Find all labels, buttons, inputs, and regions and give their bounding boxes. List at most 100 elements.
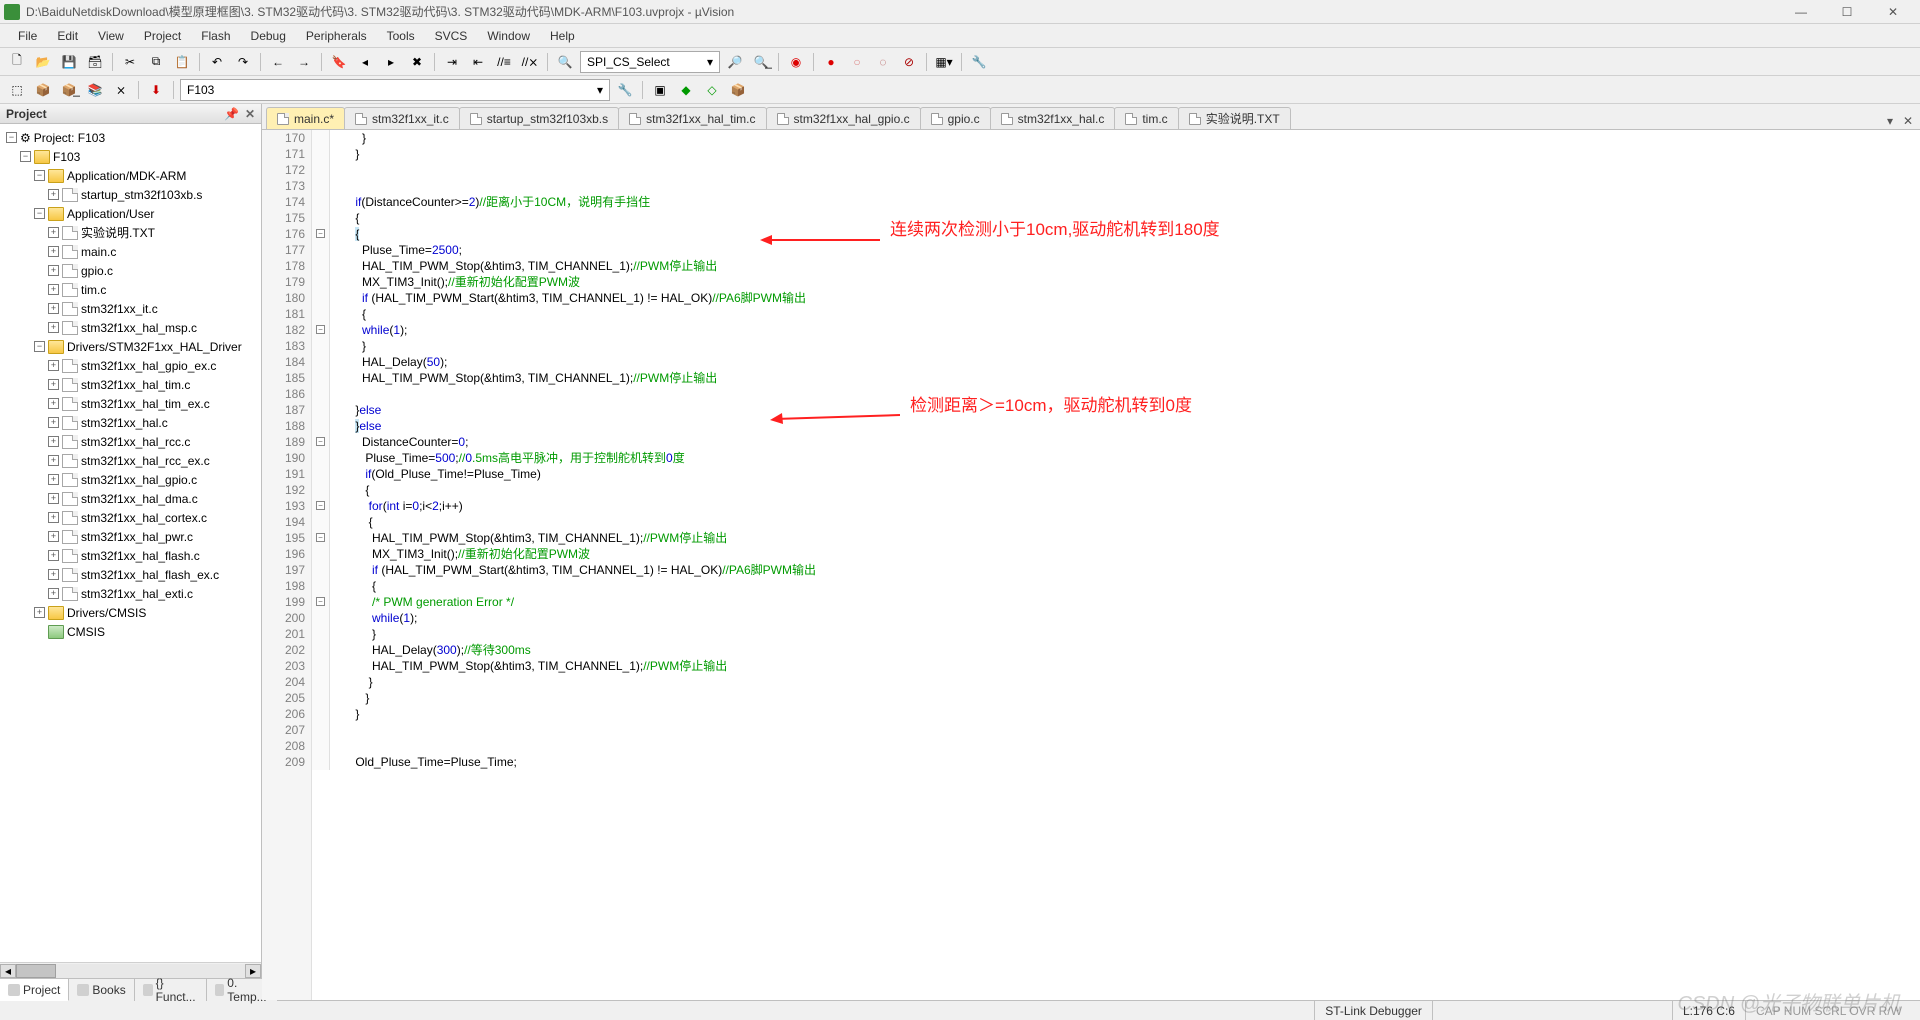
maximize-button[interactable]: ☐ [1824, 0, 1870, 24]
tabs-menu-icon[interactable]: ▾ [1882, 113, 1898, 129]
tree-group-0[interactable]: −Application/MDK-ARM [4, 166, 261, 185]
tree-file-2-5[interactable]: +stm32f1xx_hal_rcc_ex.c [4, 451, 261, 470]
tree-file-2-12[interactable]: +stm32f1xx_hal_exti.c [4, 584, 261, 603]
project-hscroll[interactable]: ◂ ▸ [0, 962, 261, 978]
tree-group-1[interactable]: −Application/User [4, 204, 261, 223]
menu-tools[interactable]: Tools [377, 26, 425, 46]
save-icon[interactable]: 💾 [58, 51, 80, 73]
tree-file-2-11[interactable]: +stm32f1xx_hal_flash_ex.c [4, 565, 261, 584]
tree-file-1-3[interactable]: +tim.c [4, 280, 261, 299]
breakpoint-disable-icon[interactable]: ◌ [872, 51, 894, 73]
breakpoint-enable-icon[interactable]: ○ [846, 51, 868, 73]
tree-file-1-5[interactable]: +stm32f1xx_hal_msp.c [4, 318, 261, 337]
tree-target[interactable]: −F103 [4, 147, 261, 166]
bookmark-next-icon[interactable]: ▸ [380, 51, 402, 73]
open-file-icon[interactable]: 📂 [32, 51, 54, 73]
nav-back-icon[interactable]: ← [267, 51, 289, 73]
menu-debug[interactable]: Debug [241, 26, 296, 46]
outdent-icon[interactable]: ⇤ [467, 51, 489, 73]
file-tab-0[interactable]: main.c* [266, 107, 345, 129]
bookmark-icon[interactable]: 🔖 [328, 51, 350, 73]
manage-rte-icon[interactable]: ◆ [675, 79, 697, 101]
tree-file-2-7[interactable]: +stm32f1xx_hal_dma.c [4, 489, 261, 508]
file-tab-2[interactable]: startup_stm32f103xb.s [459, 107, 619, 129]
tree-file-1-4[interactable]: +stm32f1xx_it.c [4, 299, 261, 318]
build-target-icon[interactable]: ⬚ [6, 79, 28, 101]
file-tab-8[interactable]: 实验说明.TXT [1178, 107, 1291, 129]
project-tree[interactable]: −⚙Project: F103−F103−Application/MDK-ARM… [0, 124, 261, 962]
save-all-icon[interactable]: 🗃 [84, 51, 106, 73]
tree-file-2-1[interactable]: +stm32f1xx_hal_tim.c [4, 375, 261, 394]
menu-project[interactable]: Project [134, 26, 191, 46]
breakpoint-kill-icon[interactable]: ⊘ [898, 51, 920, 73]
file-tab-4[interactable]: stm32f1xx_hal_gpio.c [766, 107, 921, 129]
select-packs-icon[interactable]: ◇ [701, 79, 723, 101]
bookmark-prev-icon[interactable]: ◂ [354, 51, 376, 73]
breakpoint-insert-icon[interactable]: ● [820, 51, 842, 73]
tree-file-1-2[interactable]: +gpio.c [4, 261, 261, 280]
comment-icon[interactable]: //≡ [493, 51, 515, 73]
menu-view[interactable]: View [88, 26, 134, 46]
tree-file-2-2[interactable]: +stm32f1xx_hal_tim_ex.c [4, 394, 261, 413]
tree-file-2-0[interactable]: +stm32f1xx_hal_gpio_ex.c [4, 356, 261, 375]
new-file-icon[interactable]: 🗋 [6, 51, 28, 73]
uncomment-icon[interactable]: //⨯ [519, 51, 541, 73]
code-editor[interactable]: 170 171 172 173 174 175 176 177 178 179 … [262, 130, 1920, 1000]
find-combo[interactable]: SPI_CS_Select▾ [580, 51, 720, 73]
tree-group-3[interactable]: +Drivers/CMSIS [4, 603, 261, 622]
panel-tab-1[interactable]: Books [69, 979, 134, 1001]
tree-file-2-9[interactable]: +stm32f1xx_hal_pwr.c [4, 527, 261, 546]
menu-svcs[interactable]: SVCS [425, 26, 478, 46]
tree-group-2[interactable]: −Drivers/STM32F1xx_HAL_Driver [4, 337, 261, 356]
tree-file-2-10[interactable]: +stm32f1xx_hal_flash.c [4, 546, 261, 565]
menu-file[interactable]: File [8, 26, 47, 46]
code-content[interactable]: } } if(DistanceCounter>=2)//距离小于10CM，说明有… [330, 130, 1920, 1000]
batch-build-icon[interactable]: 📚 [84, 79, 106, 101]
find-icon[interactable]: 🔍 [554, 51, 576, 73]
configure-icon[interactable]: 🔧 [968, 51, 990, 73]
manage-project-icon[interactable]: ▣ [649, 79, 671, 101]
copy-icon[interactable]: ⧉ [145, 51, 167, 73]
tree-file-1-1[interactable]: +main.c [4, 242, 261, 261]
fold-gutter[interactable]: −−−−−− [312, 130, 330, 770]
file-tab-1[interactable]: stm32f1xx_it.c [344, 107, 460, 129]
panel-close-icon[interactable]: ✕ [245, 107, 255, 121]
indent-icon[interactable]: ⇥ [441, 51, 463, 73]
window-layout-icon[interactable]: ▦▾ [933, 51, 955, 73]
close-button[interactable]: ✕ [1870, 0, 1916, 24]
redo-icon[interactable]: ↷ [232, 51, 254, 73]
incremental-find-icon[interactable]: 🔍̲ [750, 51, 772, 73]
bookmark-clear-icon[interactable]: ✖ [406, 51, 428, 73]
pin-icon[interactable]: 📌 [224, 107, 239, 121]
target-options-icon[interactable]: 🔧 [614, 79, 636, 101]
tree-cmsis[interactable]: CMSIS [4, 622, 261, 641]
minimize-button[interactable]: — [1778, 0, 1824, 24]
nav-fwd-icon[interactable]: → [293, 51, 315, 73]
menu-help[interactable]: Help [540, 26, 585, 46]
undo-icon[interactable]: ↶ [206, 51, 228, 73]
menu-window[interactable]: Window [477, 26, 540, 46]
stop-build-icon[interactable]: ⨯ [110, 79, 132, 101]
file-tab-5[interactable]: gpio.c [920, 107, 991, 129]
rebuild-icon[interactable]: 📦̲ [58, 79, 80, 101]
tree-file-1-0[interactable]: +实验说明.TXT [4, 223, 261, 242]
download-icon[interactable]: ⬇ [145, 79, 167, 101]
tabs-close-icon[interactable]: ✕ [1900, 113, 1916, 129]
file-tab-7[interactable]: tim.c [1114, 107, 1178, 129]
pack-installer-icon[interactable]: 📦 [727, 79, 749, 101]
debug-icon[interactable]: ◉ [785, 51, 807, 73]
tree-file-2-8[interactable]: +stm32f1xx_hal_cortex.c [4, 508, 261, 527]
file-tab-3[interactable]: stm32f1xx_hal_tim.c [618, 107, 766, 129]
target-combo[interactable]: F103▾ [180, 79, 610, 101]
menu-peripherals[interactable]: Peripherals [296, 26, 377, 46]
file-tab-6[interactable]: stm32f1xx_hal.c [990, 107, 1116, 129]
tree-file-2-6[interactable]: +stm32f1xx_hal_gpio.c [4, 470, 261, 489]
tree-file-2-3[interactable]: +stm32f1xx_hal.c [4, 413, 261, 432]
build-icon[interactable]: 📦 [32, 79, 54, 101]
menu-flash[interactable]: Flash [191, 26, 240, 46]
scroll-left-icon[interactable]: ◂ [0, 964, 16, 978]
cut-icon[interactable]: ✂ [119, 51, 141, 73]
panel-tab-0[interactable]: Project [0, 979, 69, 1001]
paste-icon[interactable]: 📋 [171, 51, 193, 73]
menu-edit[interactable]: Edit [47, 26, 88, 46]
